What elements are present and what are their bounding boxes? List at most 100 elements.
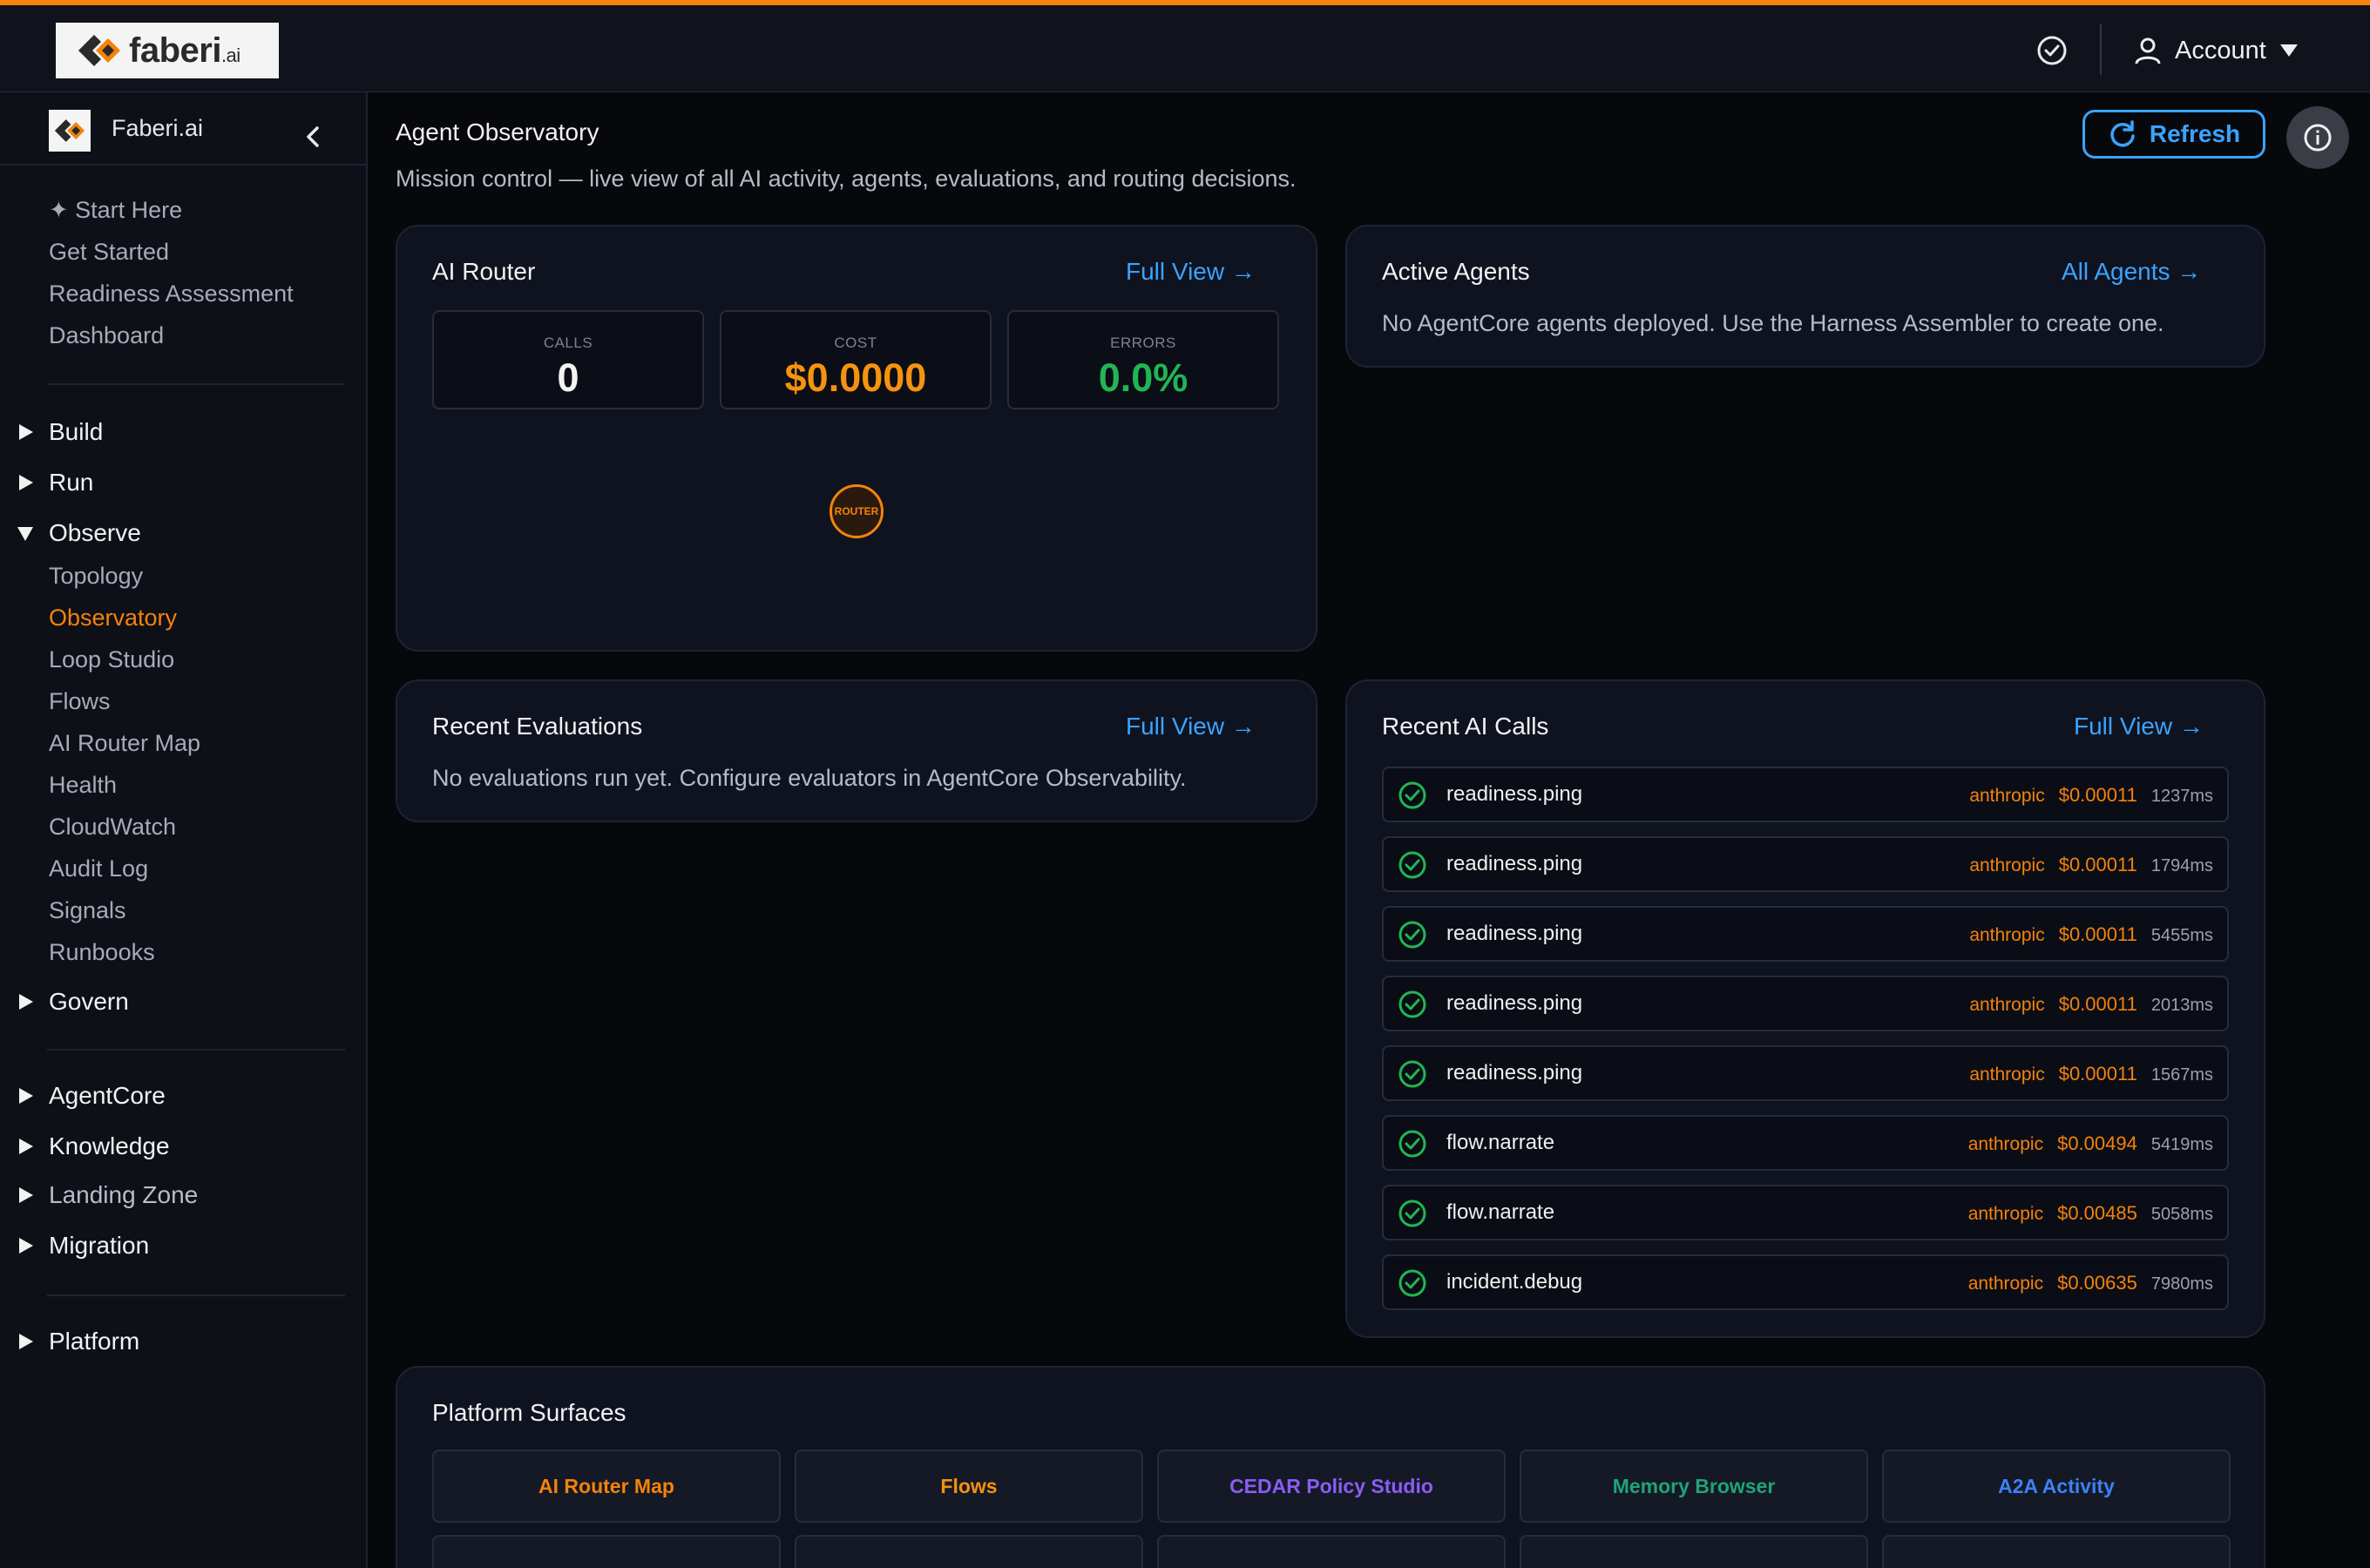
call-cost: $0.00011 [2058, 784, 2137, 806]
call-provider: anthropic [1969, 1064, 2045, 1085]
sidebar-group-agentcore[interactable]: AgentCore [16, 1082, 166, 1110]
success-check-icon [1398, 1200, 1426, 1227]
brand-logo[interactable]: faberi.ai [56, 23, 279, 78]
sidebar-item-health[interactable]: Health [49, 772, 117, 799]
sidebar-group-label: AgentCore [49, 1082, 166, 1109]
sidebar-group-govern[interactable]: Govern [16, 988, 129, 1016]
empty-agents-message: No AgentCore agents deployed. Use the Ha… [1382, 310, 2164, 336]
sidebar-group-platform[interactable]: Platform [16, 1328, 139, 1355]
account-label: Account [2175, 36, 2266, 64]
sidebar-item-dashboard[interactable]: Dashboard [49, 322, 164, 349]
caret-down-icon [17, 527, 33, 541]
calls-full-view-link[interactable]: Full View → [2074, 713, 2204, 740]
call-row[interactable]: readiness.ping anthropic $0.00011 2013ms [1382, 976, 2229, 1031]
card-title: Recent Evaluations [432, 713, 643, 740]
sidebar-item-flows[interactable]: Flows [49, 688, 111, 715]
sidebar-logo [49, 110, 91, 152]
call-row[interactable]: readiness.ping anthropic $0.00011 5455ms [1382, 906, 2229, 962]
call-name: readiness.ping [1446, 782, 1583, 806]
card-title: Active Agents [1382, 258, 1530, 285]
call-cost: $0.00011 [2058, 993, 2137, 1015]
caret-right-icon [19, 1139, 33, 1154]
sidebar-divider [47, 383, 345, 385]
all-agents-link[interactable]: All Agents → [2062, 258, 2201, 286]
sidebar-group-label: Migration [49, 1232, 150, 1259]
card-title: Recent AI Calls [1382, 713, 1549, 740]
call-name: incident.debug [1446, 1270, 1583, 1294]
empty-evaluations-message: No evaluations run yet. Configure evalua… [432, 765, 1187, 791]
call-latency: 5419ms [2150, 1135, 2213, 1154]
sidebar-group-observe[interactable]: Observe [16, 519, 141, 547]
sidebar-group-build[interactable]: Build [16, 418, 103, 446]
sidebar-item-observatory[interactable]: Observatory [49, 605, 177, 632]
surface-tile[interactable] [795, 1535, 1143, 1568]
surface-a2a-activity[interactable]: A2A Activity [1882, 1450, 2231, 1523]
info-button[interactable] [2286, 106, 2349, 169]
call-name: readiness.ping [1446, 1061, 1583, 1085]
stat-value: $0.0000 [784, 355, 927, 400]
sidebar-group-label: Build [49, 418, 104, 445]
call-row[interactable]: flow.narrate anthropic $0.00485 5058ms [1382, 1185, 2229, 1240]
collapse-sidebar-icon[interactable] [301, 124, 326, 150]
call-row[interactable]: flow.narrate anthropic $0.00494 5419ms [1382, 1115, 2229, 1171]
sidebar-item-cloudwatch[interactable]: CloudWatch [49, 814, 176, 841]
surface-tile[interactable] [432, 1535, 781, 1568]
evaluations-full-view-link[interactable]: Full View → [1126, 713, 1256, 740]
call-cost: $0.00011 [2058, 923, 2137, 945]
platform-surfaces-card: Platform Surfaces AI Router Map Flows CE… [396, 1366, 2265, 1568]
sidebar-item-loop-studio[interactable]: Loop Studio [49, 646, 174, 673]
call-row[interactable]: incident.debug anthropic $0.00635 7980ms [1382, 1254, 2229, 1310]
sidebar-group-label: Run [49, 469, 94, 496]
ai-router-card: AI Router Full View → CALLS 0 COST $0.00… [396, 225, 1317, 652]
sidebar-divider [47, 1294, 345, 1296]
call-row[interactable]: readiness.ping anthropic $0.00011 1237ms [1382, 767, 2229, 822]
sidebar-item-runbooks[interactable]: Runbooks [49, 939, 155, 966]
router-node[interactable]: ROUTER [830, 484, 884, 538]
surface-tile[interactable] [1157, 1535, 1506, 1568]
info-icon [2304, 124, 2332, 152]
sidebar-item-ai-router-map[interactable]: AI Router Map [49, 730, 200, 757]
sidebar-group-knowledge[interactable]: Knowledge [16, 1132, 170, 1160]
sidebar-group-landing-zone[interactable]: Landing Zone [16, 1181, 198, 1209]
call-cost: $0.00011 [2058, 854, 2137, 875]
surface-tile[interactable] [1882, 1535, 2231, 1568]
surface-ai-router-map[interactable]: AI Router Map [432, 1450, 781, 1523]
call-name: flow.narrate [1446, 1200, 1555, 1224]
refresh-icon [2110, 120, 2135, 147]
call-latency: 5058ms [2150, 1205, 2213, 1224]
user-icon [2135, 37, 2161, 64]
call-row[interactable]: readiness.ping anthropic $0.00011 1567ms [1382, 1045, 2229, 1101]
surface-memory-browser[interactable]: Memory Browser [1520, 1450, 1868, 1523]
surface-flows[interactable]: Flows [795, 1450, 1143, 1523]
faberi-logo-icon [78, 35, 120, 66]
sidebar-item-topology[interactable]: Topology [49, 563, 143, 590]
sidebar-item-readiness-assessment[interactable]: Readiness Assessment [49, 280, 294, 308]
check-circle-icon[interactable] [2035, 34, 2069, 67]
sidebar-item-audit-log[interactable]: Audit Log [49, 855, 148, 882]
success-check-icon [1398, 851, 1426, 879]
surface-cedar-policy-studio[interactable]: CEDAR Policy Studio [1157, 1450, 1506, 1523]
caret-right-icon [19, 1088, 33, 1104]
sidebar-item-start-here[interactable]: ✦ Start Here [49, 197, 182, 224]
caret-right-icon [19, 1334, 33, 1349]
success-check-icon [1398, 1269, 1426, 1297]
sidebar-group-run[interactable]: Run [16, 469, 93, 497]
ai-router-full-view-link[interactable]: Full View → [1126, 258, 1256, 286]
stat-label: COST [834, 335, 877, 351]
call-latency: 1567ms [2150, 1065, 2213, 1085]
stat-value: 0 [557, 355, 579, 400]
caret-right-icon [19, 1238, 33, 1254]
stat-label: CALLS [543, 335, 593, 351]
sidebar-group-migration[interactable]: Migration [16, 1232, 149, 1260]
sidebar-item-signals[interactable]: Signals [49, 897, 126, 924]
call-provider: anthropic [1967, 1134, 2044, 1154]
call-cost: $0.00635 [2057, 1272, 2137, 1294]
sidebar-item-get-started[interactable]: Get Started [49, 239, 169, 266]
refresh-button[interactable]: Refresh [2082, 110, 2265, 159]
call-row[interactable]: readiness.ping anthropic $0.00011 1794ms [1382, 836, 2229, 892]
account-menu[interactable]: Account [2133, 30, 2299, 71]
caret-down-icon [2279, 44, 2298, 57]
surface-tile[interactable] [1520, 1535, 1868, 1568]
sidebar-group-label: Landing Zone [49, 1181, 199, 1208]
call-name: readiness.ping [1446, 852, 1583, 875]
